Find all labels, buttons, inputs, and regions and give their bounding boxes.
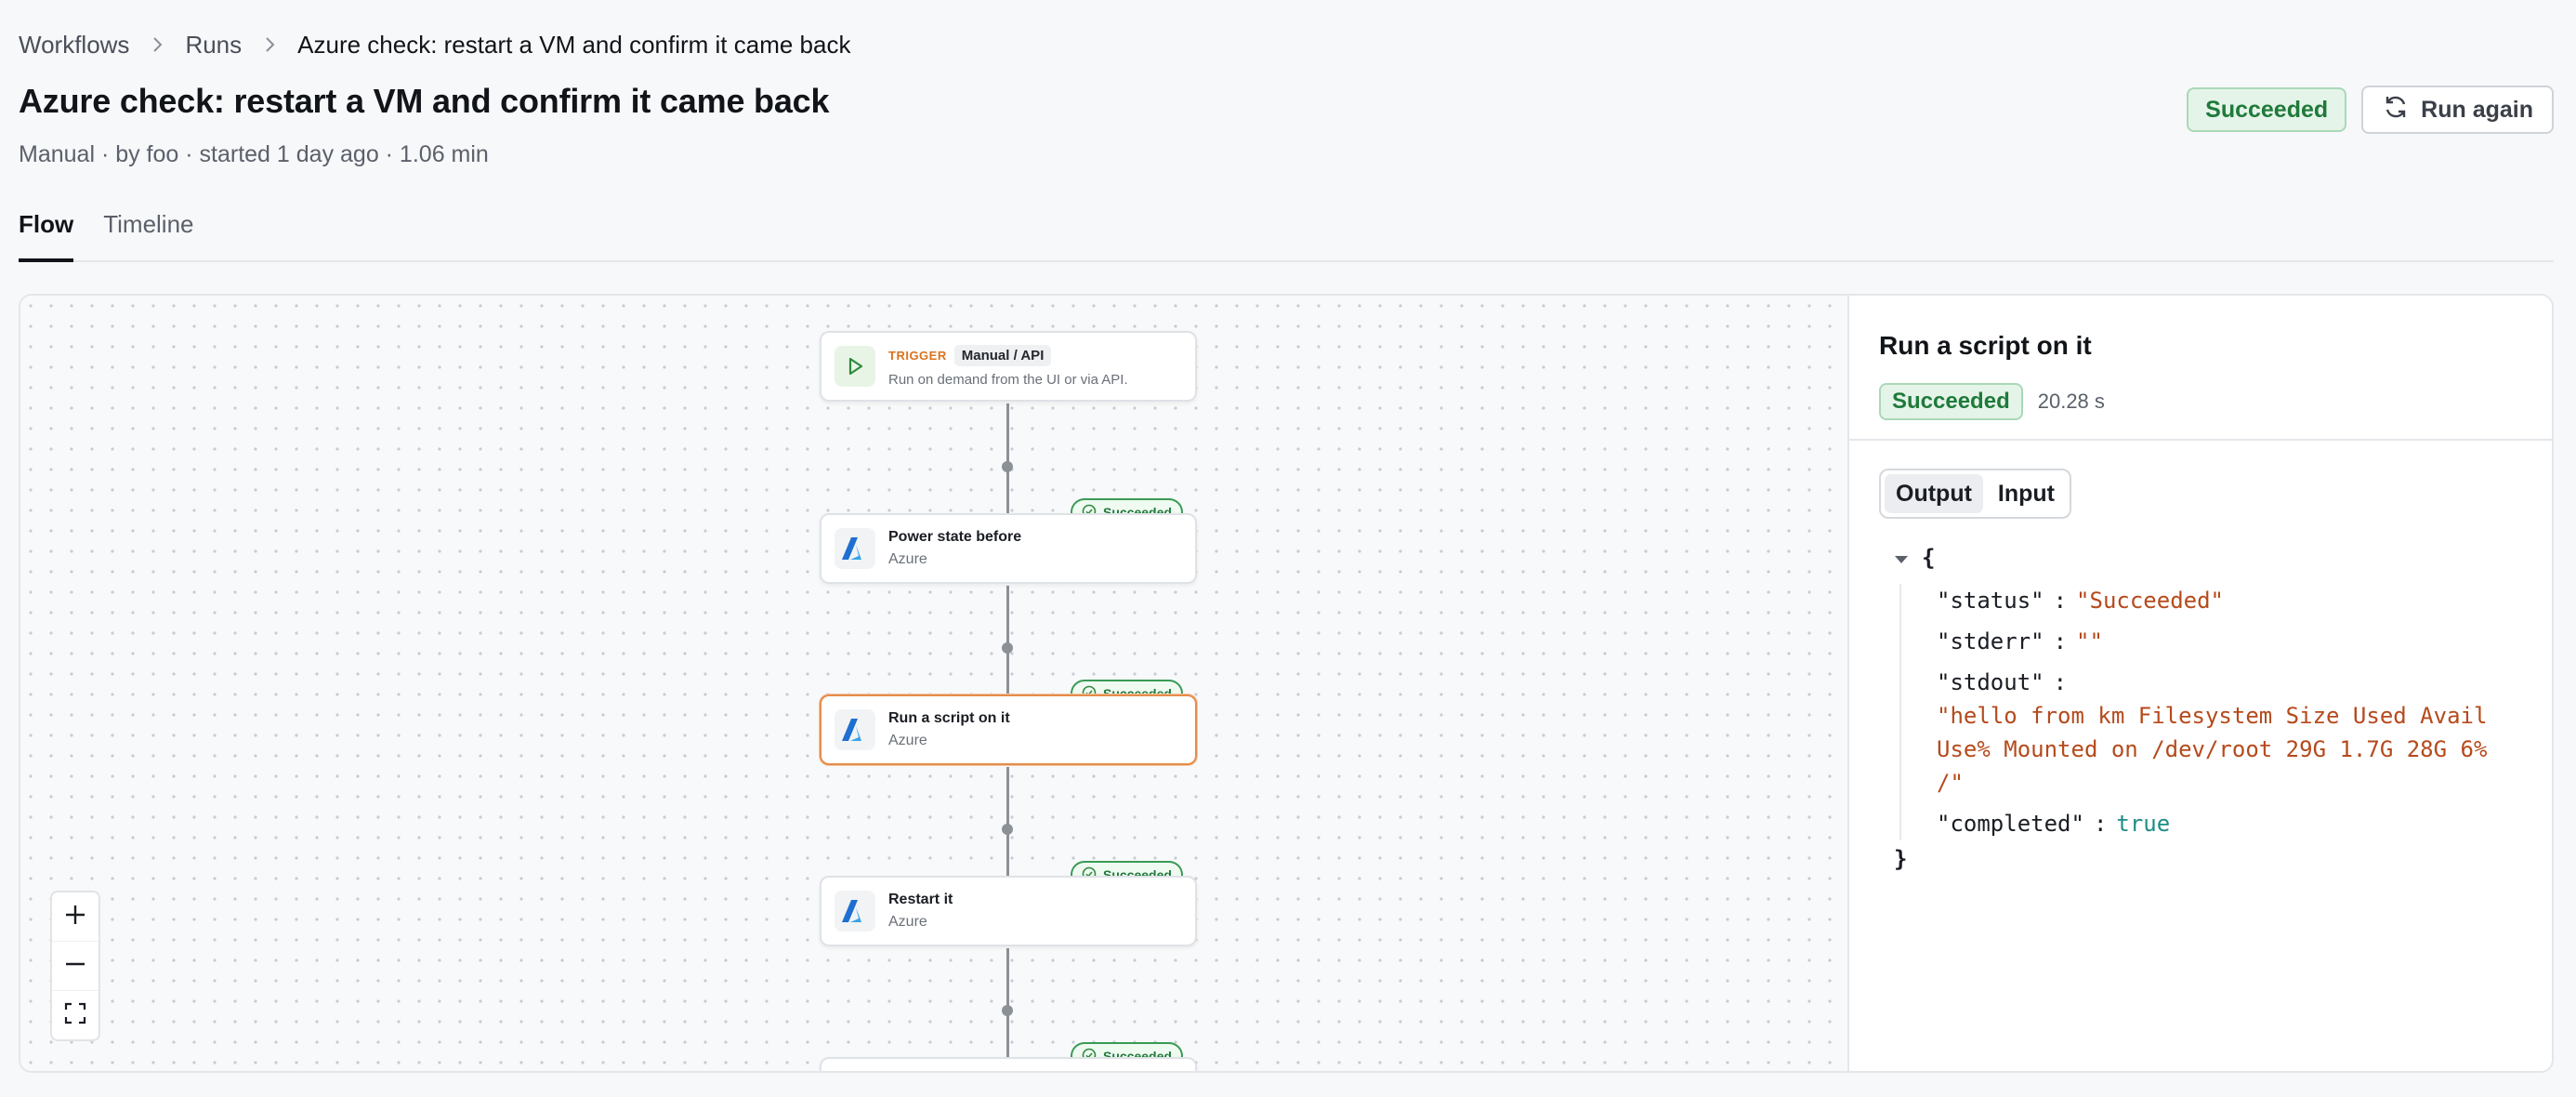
tab-output[interactable]: Output	[1885, 474, 1983, 513]
workspace: TRIGGER Manual / API Run on demand from …	[19, 294, 2554, 1073]
output-input-toggle: Output Input	[1879, 469, 2072, 519]
plus-icon	[63, 903, 87, 932]
edge-dot	[1002, 642, 1013, 654]
json-row-stderr: "stderr": ""	[1937, 628, 2103, 654]
run-meta: Manual · by foo · started 1 day ago · 1.…	[19, 141, 489, 167]
zoom-controls	[50, 891, 100, 1041]
json-row-stdout: "stdout": "hello from km Filesystem Size…	[1937, 666, 2552, 800]
detail-header: Run a script on it Succeeded 20.28 s	[1849, 296, 2552, 441]
json-key: "status"	[1937, 588, 2044, 614]
detail-status-badge: Succeeded	[1879, 383, 2023, 420]
edge-dot	[1002, 461, 1013, 472]
node-subtitle: Azure	[888, 914, 927, 930]
fit-view-icon	[64, 1002, 86, 1029]
edge-dot	[1002, 1005, 1013, 1016]
zoom-out-button[interactable]	[52, 941, 99, 990]
node-title: Power state before	[888, 529, 1022, 545]
breadcrumb-current: Azure check: restart a VM and confirm it…	[297, 30, 851, 59]
json-key: "stderr"	[1937, 628, 2044, 654]
node-title: Run a script on it	[888, 710, 1010, 726]
breadcrumb-runs[interactable]: Runs	[185, 31, 242, 59]
page-title: Azure check: restart a VM and confirm it…	[19, 82, 830, 120]
node-title: Restart it	[888, 892, 953, 907]
json-close-brace: }	[1894, 846, 1908, 872]
minus-icon	[63, 952, 87, 981]
workflow-node-power-state-before[interactable]: Power state before Azure	[820, 513, 1197, 584]
zoom-in-button[interactable]	[52, 892, 99, 941]
detail-duration: 20.28 s	[2037, 390, 2105, 413]
status-badge: Succeeded	[2187, 87, 2347, 132]
edge-dot	[1002, 824, 1013, 835]
run-again-label: Run again	[2421, 96, 2533, 123]
detail-title: Run a script on it	[1879, 331, 2092, 360]
view-tabs: Flow Timeline	[19, 205, 2554, 262]
node-detail-panel: Run a script on it Succeeded 20.28 s Out…	[1847, 296, 2552, 1071]
json-value: ""	[2076, 628, 2103, 654]
node-subtitle: Azure	[888, 733, 927, 748]
breadcrumb-workflows[interactable]: Workflows	[19, 31, 129, 59]
tab-flow[interactable]: Flow	[19, 205, 74, 262]
trigger-tag: TRIGGER	[888, 349, 947, 363]
workflow-node[interactable]	[820, 1057, 1197, 1071]
azure-icon	[835, 528, 875, 569]
json-value: "Succeeded"	[2076, 588, 2224, 614]
trigger-description: Run on demand from the UI or via API.	[888, 372, 1128, 388]
json-value: true	[2116, 811, 2171, 837]
node-subtitle: Azure	[888, 551, 927, 567]
chevron-right-icon	[262, 35, 277, 54]
header-actions: Succeeded Run again	[2187, 86, 2554, 134]
workflow-node-restart-it[interactable]: Restart it Azure	[820, 876, 1197, 946]
caret-down-icon[interactable]	[1894, 545, 1909, 571]
play-icon	[835, 346, 875, 387]
json-body: "status": "Succeeded" "stderr": "" "stdout…	[1899, 584, 2552, 840]
azure-icon	[835, 891, 875, 932]
azure-icon	[835, 709, 875, 750]
flow-canvas[interactable]: TRIGGER Manual / API Run on demand from …	[20, 296, 1847, 1071]
trigger-type-chip: Manual / API	[953, 345, 1052, 366]
chevron-right-icon	[150, 35, 164, 54]
json-open-brace: {	[1922, 545, 1936, 571]
json-viewer: { "status": "Succeeded" "stderr": "" "stdo…	[1894, 539, 2552, 878]
fit-view-button[interactable]	[52, 990, 99, 1039]
trigger-node[interactable]: TRIGGER Manual / API Run on demand from …	[820, 331, 1197, 402]
run-again-button[interactable]: Run again	[2361, 86, 2554, 134]
json-row-status: "status": "Succeeded"	[1937, 588, 2224, 614]
json-value: "hello from km Filesystem Size Used Avai…	[1937, 703, 2488, 796]
json-key: "completed"	[1937, 811, 2084, 837]
json-row-completed: "completed": true	[1937, 811, 2171, 837]
json-key: "stdout"	[1937, 669, 2044, 695]
refresh-icon	[2382, 93, 2410, 127]
breadcrumb: Workflows Runs Azure check: restart a VM…	[19, 26, 850, 63]
tab-timeline[interactable]: Timeline	[103, 205, 193, 262]
workflow-node-run-a-script[interactable]: Run a script on it Azure	[820, 694, 1197, 765]
tab-input[interactable]: Input	[1987, 474, 2066, 513]
